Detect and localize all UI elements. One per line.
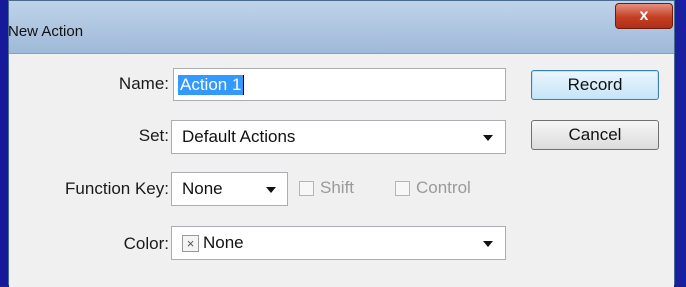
desktop-left-edge: [0, 0, 8, 285]
shift-checkbox[interactable]: [299, 181, 314, 196]
dialog-content: Name: Action 1 Record Set: Default Actio…: [9, 53, 674, 287]
window-title: New Action: [8, 23, 84, 40]
x-swatch-icon: ×: [182, 234, 199, 252]
set-select[interactable]: Default Actions: [171, 120, 506, 154]
cancel-button[interactable]: Cancel: [531, 120, 659, 150]
color-select[interactable]: × None: [171, 226, 506, 260]
chevron-down-icon: [483, 135, 493, 141]
set-select-value: Default Actions: [182, 127, 296, 146]
chevron-down-icon: [266, 187, 276, 193]
titlebar: New Action x: [8, 1, 674, 53]
close-icon: x: [639, 7, 649, 24]
text-caret: [243, 74, 245, 95]
control-checkbox[interactable]: [395, 181, 410, 196]
close-button[interactable]: x: [615, 3, 673, 29]
function-key-select-value: None: [182, 179, 223, 198]
new-action-dialog: New Action x Name: Action 1 Record Set: …: [8, 0, 675, 287]
color-select-value: None: [203, 233, 244, 252]
color-label: Color:: [123, 234, 169, 253]
control-checkbox-label: Control: [416, 178, 471, 197]
name-input-value: Action 1: [178, 74, 244, 95]
desktop-right-edge: [675, 0, 686, 285]
chevron-down-icon: [483, 241, 493, 247]
set-label: Set:: [138, 126, 169, 145]
record-button-label: Record: [567, 75, 623, 94]
name-input[interactable]: Action 1: [173, 68, 506, 101]
function-key-select[interactable]: None: [171, 172, 288, 206]
name-label: Name:: [118, 74, 169, 93]
cancel-button-label: Cancel: [568, 125, 622, 144]
record-button[interactable]: Record: [531, 70, 659, 100]
function-key-label: Function Key:: [65, 179, 169, 198]
shift-checkbox-label: Shift: [320, 178, 355, 197]
